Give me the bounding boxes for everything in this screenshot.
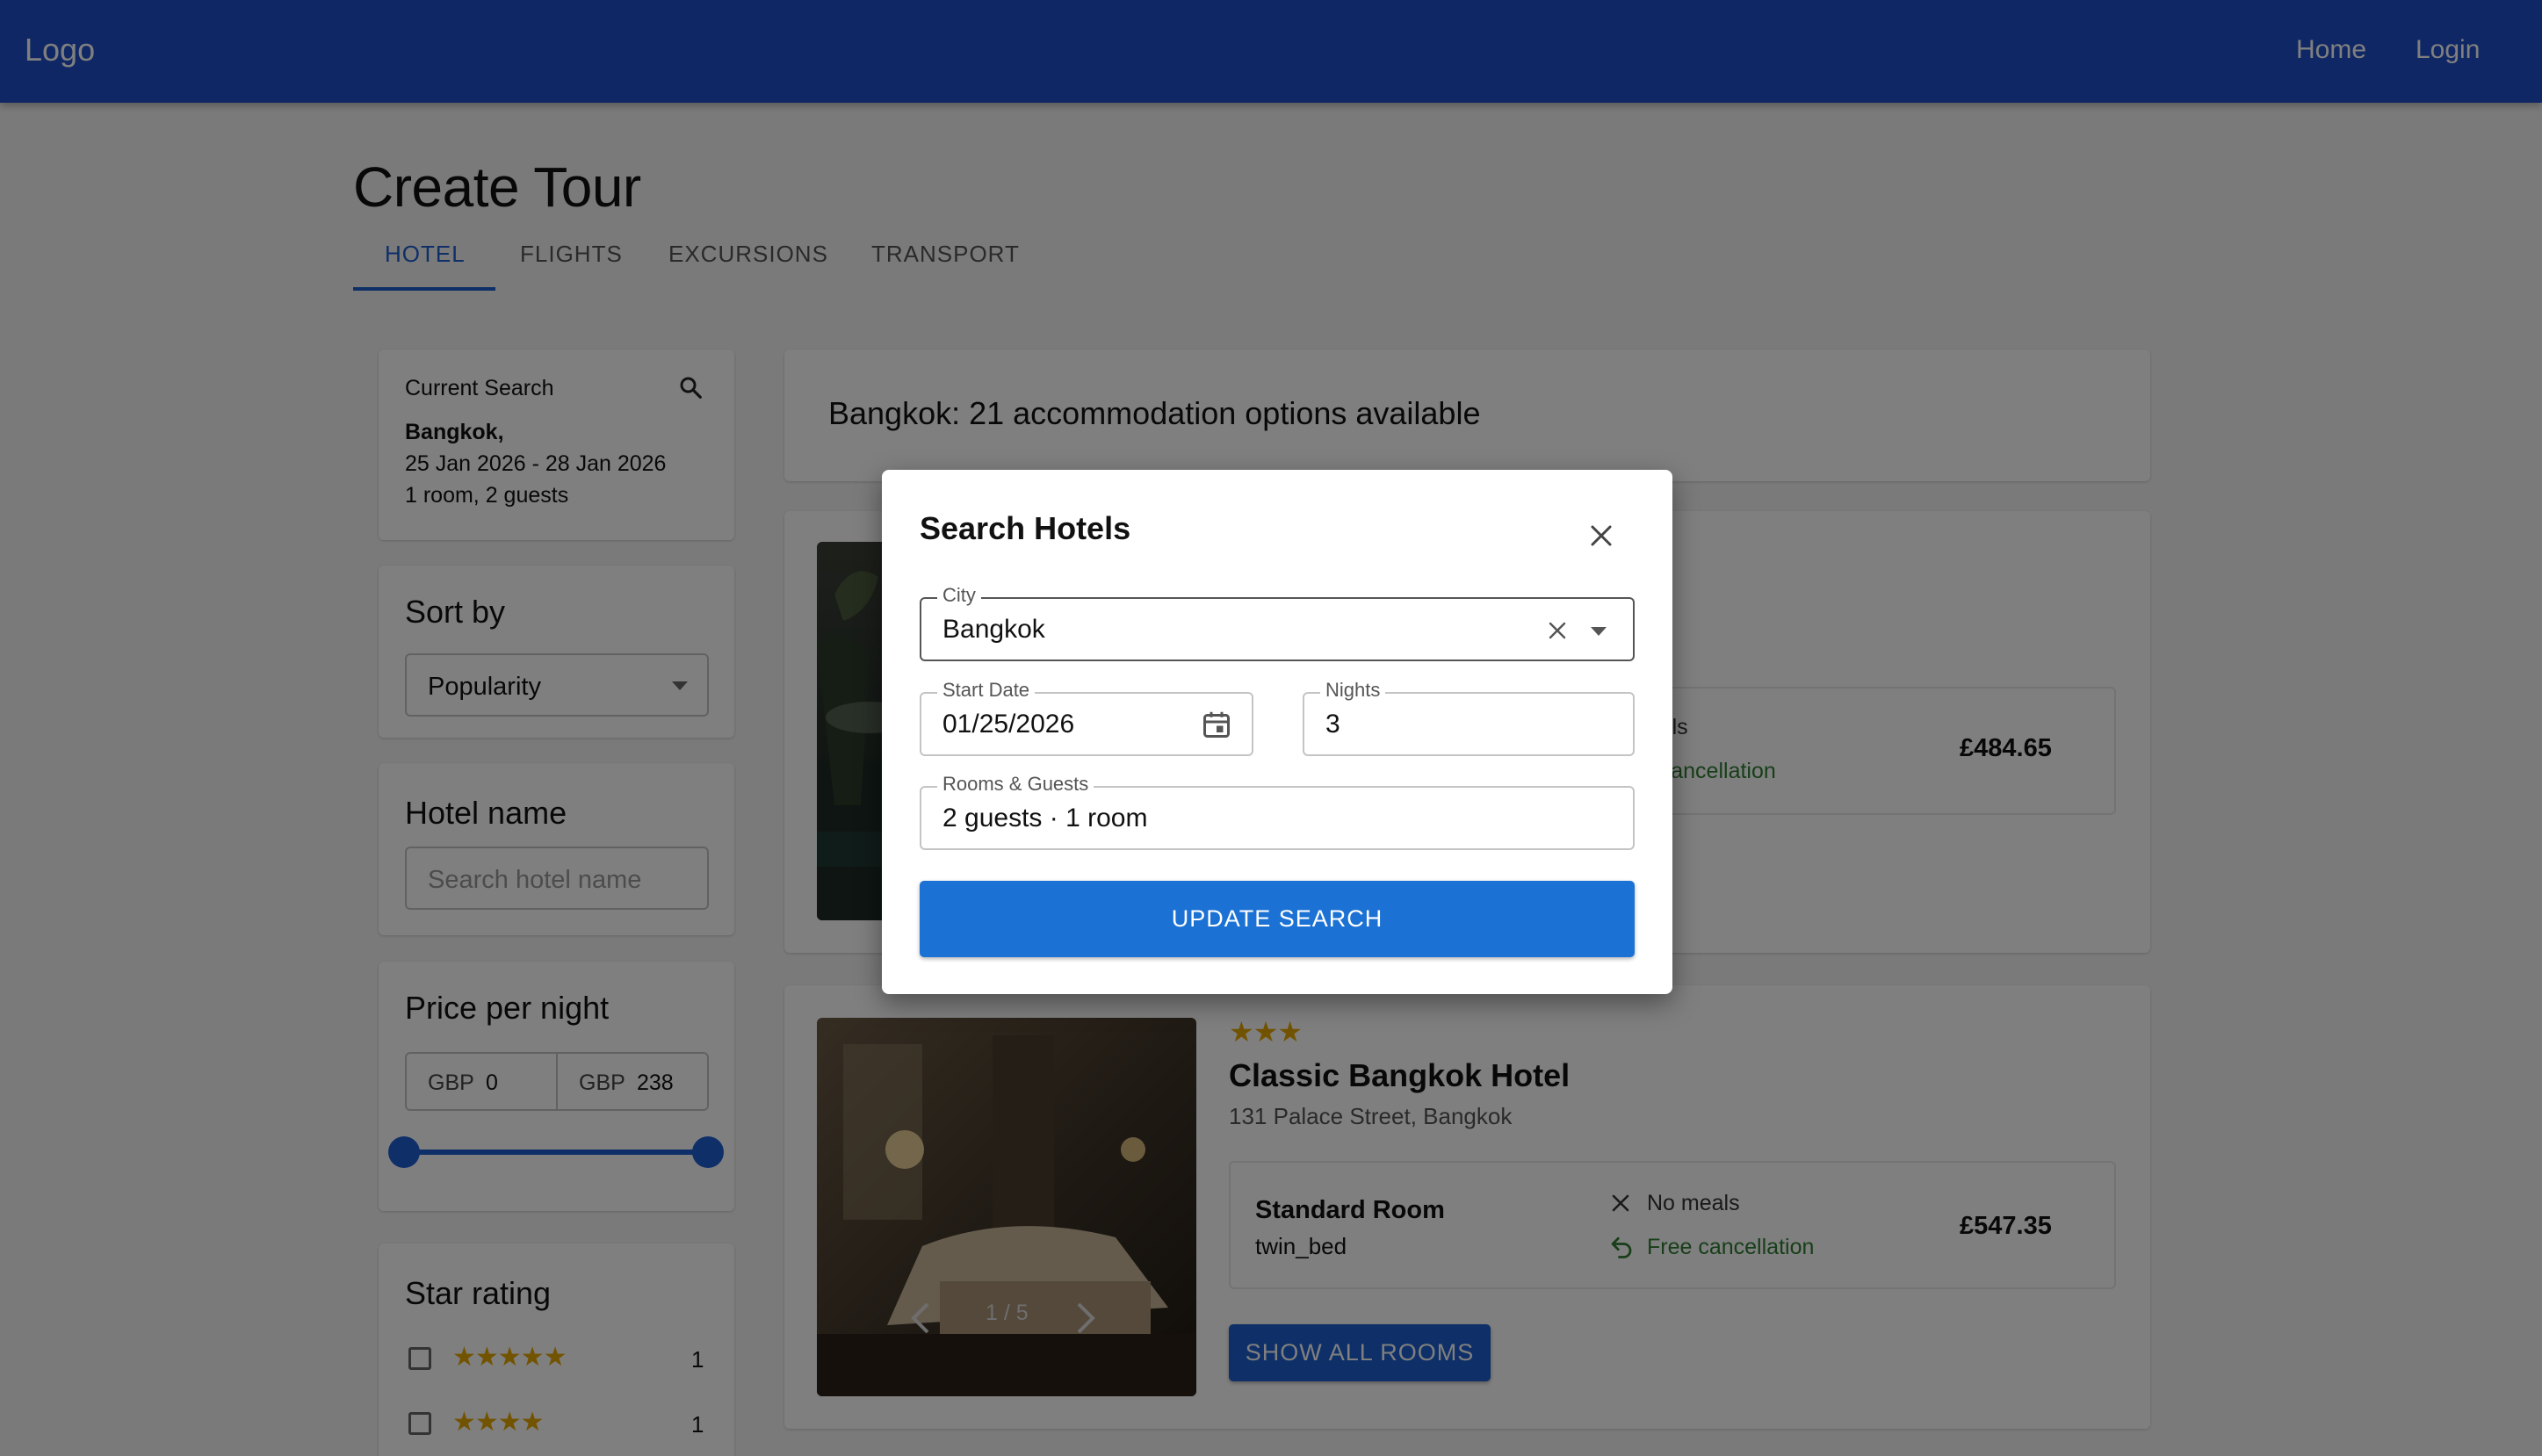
search-hotels-dialog: Search Hotels City Bangkok Start Date 01… [882,470,1672,994]
nights-value: 3 [1325,710,1340,739]
rooms-guests-label: Rooms & Guests [937,773,1094,796]
city-field[interactable]: City Bangkok [920,584,1635,661]
close-icon[interactable] [1588,523,1614,549]
start-date-field[interactable]: Start Date 01/25/2026 [920,679,1253,756]
nights-field[interactable]: Nights 3 [1303,679,1635,756]
start-date-value: 01/25/2026 [942,710,1075,739]
nights-label: Nights [1320,679,1386,702]
chevron-down-icon[interactable] [1591,627,1607,636]
update-search-button[interactable]: UPDATE SEARCH [920,881,1635,957]
city-value: Bangkok [942,615,1045,644]
clear-icon[interactable] [1547,620,1568,641]
rooms-guests-value: 2 guests · 1 room [942,804,1148,833]
dialog-title: Search Hotels [920,510,1131,546]
start-date-label: Start Date [937,679,1036,702]
calendar-icon[interactable] [1201,708,1232,741]
city-label: City [937,584,981,607]
rooms-guests-field[interactable]: Rooms & Guests 2 guests · 1 room [920,773,1635,850]
